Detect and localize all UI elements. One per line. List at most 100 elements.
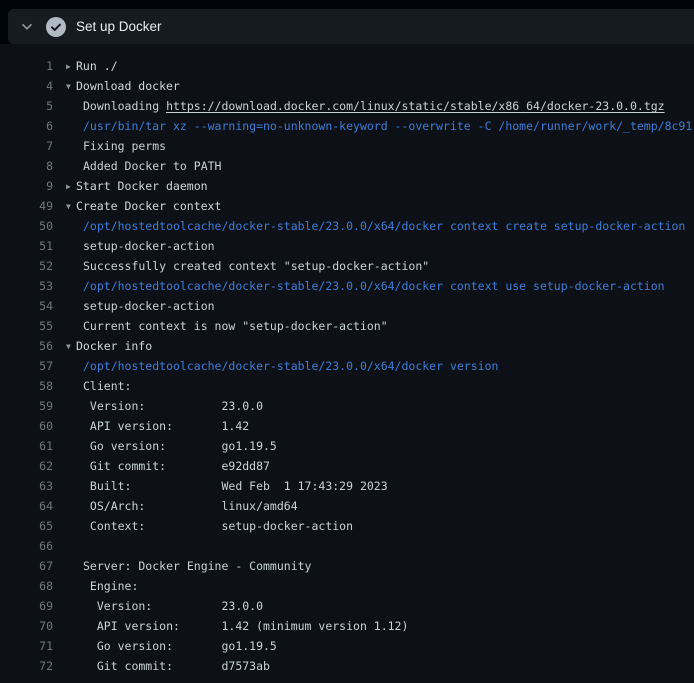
step-title: Set up Docker (76, 19, 162, 34)
log-line-number[interactable]: 6 (0, 116, 53, 136)
group-collapsed-icon[interactable]: ▶ (66, 57, 76, 76)
log-line-number[interactable]: 52 (0, 256, 53, 276)
log-line-number[interactable]: 49 (0, 196, 53, 216)
header-band: Set up Docker (0, 0, 694, 44)
log-line-number[interactable]: 8 (0, 156, 53, 176)
log-line: 6/usr/bin/tar xz --warning=no-unknown-ke… (0, 116, 694, 136)
log-text-segment: Current context is now "setup-docker-act… (83, 319, 388, 333)
log-line-number[interactable]: 59 (0, 396, 53, 416)
log-line: 4 ▼Download docker (0, 76, 694, 96)
log-text-segment: API version: 1.42 (minimum version 1.12) (83, 619, 408, 633)
log-line: 66 (0, 536, 694, 556)
log-line-number[interactable]: 4 (0, 76, 53, 96)
log-text-segment: Go version: go1.19.5 (83, 639, 277, 653)
log-line-number[interactable]: 57 (0, 356, 53, 376)
log-line-text: /opt/hostedtoolcache/docker-stable/23.0.… (66, 276, 694, 296)
log-line-text: Successfully created context "setup-dock… (66, 256, 694, 276)
log-line-text: Go version: go1.19.5 (66, 436, 694, 456)
log-line: 57/opt/hostedtoolcache/docker-stable/23.… (0, 356, 694, 376)
log-line-number[interactable]: 67 (0, 556, 53, 576)
log-line-number[interactable]: 5 (0, 96, 53, 116)
log-line: 60 API version: 1.42 (0, 416, 694, 436)
chevron-down-icon[interactable] (20, 20, 34, 34)
log-line-text: Engine: (66, 576, 694, 596)
log-text-segment: Git commit: e92dd87 (83, 459, 270, 473)
log-line: 69 Version: 23.0.0 (0, 596, 694, 616)
log-line-text: Version: 23.0.0 (66, 596, 694, 616)
log-text-segment: Fixing perms (83, 139, 166, 153)
log-line-text: Server: Docker Engine - Community (66, 556, 694, 576)
log-group-toggle[interactable]: ▼Download docker (66, 76, 694, 96)
log-line-number[interactable]: 50 (0, 216, 53, 236)
log-line-number[interactable]: 53 (0, 276, 53, 296)
log-line-text: Client: (66, 376, 694, 396)
log-line-number[interactable]: 63 (0, 476, 53, 496)
log-line-number[interactable]: 55 (0, 316, 53, 336)
log-line-text: /opt/hostedtoolcache/docker-stable/23.0.… (66, 216, 694, 236)
log-line-number[interactable]: 51 (0, 236, 53, 256)
group-expanded-icon[interactable]: ▼ (66, 337, 76, 356)
log-line-number[interactable]: 72 (0, 656, 53, 676)
log-line-number[interactable]: 7 (0, 136, 53, 156)
log-line-text: Built: Wed Feb 1 17:43:29 2023 (66, 476, 694, 496)
log-text-segment: Client: (83, 379, 131, 393)
log-line-number[interactable]: 70 (0, 616, 53, 636)
log-text-segment: Start Docker daemon (76, 179, 208, 193)
log-line-number[interactable]: 58 (0, 376, 53, 396)
log-group-toggle[interactable]: ▶Run ./ (66, 56, 694, 76)
group-expanded-icon[interactable]: ▼ (66, 77, 76, 96)
log-line-number[interactable]: 66 (0, 536, 53, 556)
log-line-text: /opt/hostedtoolcache/docker-stable/23.0.… (66, 356, 694, 376)
group-expanded-icon[interactable]: ▼ (66, 197, 76, 216)
log-line: 51setup-docker-action (0, 236, 694, 256)
log-line: 59 Version: 23.0.0 (0, 396, 694, 416)
log-line-number[interactable]: 65 (0, 516, 53, 536)
log-line: 72 Git commit: d7573ab (0, 656, 694, 676)
log-line-number[interactable]: 62 (0, 456, 53, 476)
log-text-segment: Download docker (76, 79, 180, 93)
log-line-text: API version: 1.42 (minimum version 1.12) (66, 616, 694, 636)
log-text-segment: /opt/hostedtoolcache/docker-stable/23.0.… (83, 279, 665, 293)
log-line: 68 Engine: (0, 576, 694, 596)
log-group-toggle[interactable]: ▶Start Docker daemon (66, 176, 694, 196)
log-line-number[interactable]: 60 (0, 416, 53, 436)
log-text-segment: setup-docker-action (83, 299, 215, 313)
log-line-number[interactable]: 69 (0, 596, 53, 616)
log-line: 67 Server: Docker Engine - Community (0, 556, 694, 576)
log-group-toggle[interactable]: ▼Docker info (66, 336, 694, 356)
log-line-number[interactable]: 1 (0, 56, 53, 76)
log-line: 8Added Docker to PATH (0, 156, 694, 176)
log-line-text: Fixing perms (66, 136, 694, 156)
log-line-text: Git commit: d7573ab (66, 656, 694, 676)
log-line: 52 Successfully created context "setup-do… (0, 256, 694, 276)
log-text-segment: OS/Arch: linux/amd64 (83, 499, 298, 513)
log-group-toggle[interactable]: ▼Create Docker context (66, 196, 694, 216)
log-line: 1 ▶Run ./ (0, 56, 694, 76)
log-text-segment: /opt/hostedtoolcache/docker-stable/23.0.… (83, 219, 685, 233)
log-text-segment: Version: 23.0.0 (83, 399, 263, 413)
log-text-segment: /opt/hostedtoolcache/docker-stable/23.0.… (83, 359, 498, 373)
log-line-number[interactable]: 68 (0, 576, 53, 596)
log-line-text: Context: setup-docker-action (66, 516, 694, 536)
log-text-segment: API version: 1.42 (83, 419, 249, 433)
log-line-number[interactable]: 64 (0, 496, 53, 516)
log-line: 58 Client: (0, 376, 694, 396)
status-success-icon (46, 17, 66, 37)
log-line-number[interactable]: 56 (0, 336, 53, 356)
log-url-link[interactable]: https://download.docker.com/linux/static… (166, 99, 665, 113)
log-line: 61 Go version: go1.19.5 (0, 436, 694, 456)
log-line-number[interactable]: 71 (0, 636, 53, 656)
log-line-number[interactable]: 54 (0, 296, 53, 316)
log-line-text: API version: 1.42 (66, 416, 694, 436)
log-line: 65 Context: setup-docker-action (0, 516, 694, 536)
log-text-segment: Version: 23.0.0 (83, 599, 263, 613)
log-line: 7 Fixing perms (0, 136, 694, 156)
log-text-segment: Run ./ (76, 59, 118, 73)
log-line: 50/opt/hostedtoolcache/docker-stable/23.… (0, 216, 694, 236)
log-line-number[interactable]: 61 (0, 436, 53, 456)
log-text-segment: Server: Docker Engine - Community (83, 559, 311, 573)
step-header[interactable]: Set up Docker (8, 9, 694, 44)
group-collapsed-icon[interactable]: ▶ (66, 177, 76, 196)
log-text-segment: Engine: (83, 579, 138, 593)
log-line-number[interactable]: 9 (0, 176, 53, 196)
